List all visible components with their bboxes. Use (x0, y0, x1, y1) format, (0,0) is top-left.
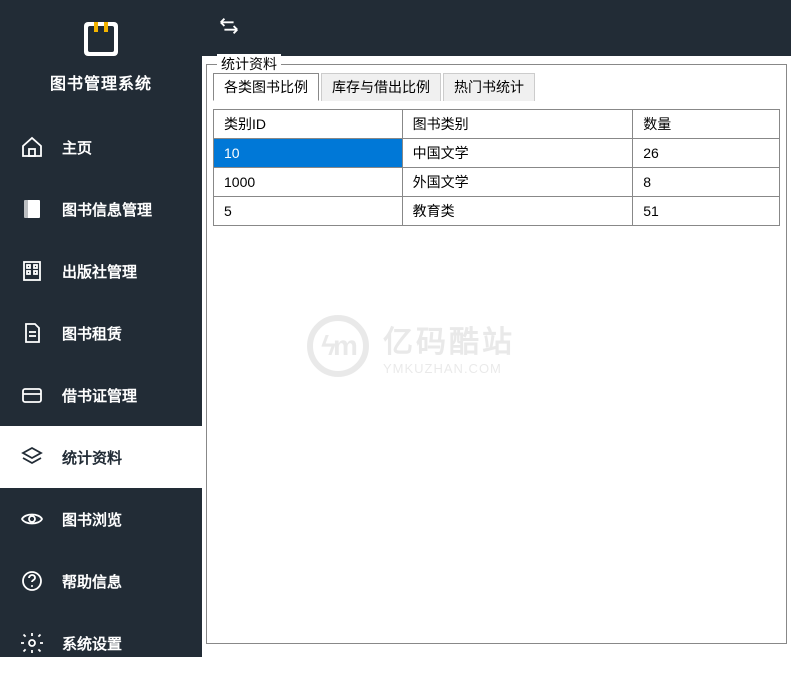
tab-2[interactable]: 热门书统计 (443, 73, 535, 101)
tab-0[interactable]: 各类图书比例 (213, 73, 319, 101)
tabs-bar: 各类图书比例库存与借出比例热门书统计 (207, 65, 786, 101)
layers-icon (20, 445, 44, 469)
sidebar-item-document[interactable]: 图书租赁 (0, 302, 202, 364)
sidebar-item-card[interactable]: 借书证管理 (0, 364, 202, 426)
sidebar-item-label: 系统设置 (62, 633, 122, 654)
table-cell: 5 (214, 197, 403, 226)
table-row[interactable]: 1000外国文学8 (214, 168, 780, 197)
tab-1[interactable]: 库存与借出比例 (321, 73, 441, 101)
book-icon (20, 197, 44, 221)
groupbox-title: 统计资料 (217, 54, 281, 74)
sidebar-nav: 主页图书信息管理出版社管理图书租赁借书证管理统计资料图书浏览帮助信息系统设置 (0, 116, 202, 674)
card-icon (20, 383, 44, 407)
watermark-sub: YMKUZHAN.COM (383, 361, 515, 376)
table-cell: 26 (633, 139, 780, 168)
app-name: 图书管理系统 (50, 70, 152, 94)
sidebar: 图书管理系统 主页图书信息管理出版社管理图书租赁借书证管理统计资料图书浏览帮助信… (0, 0, 202, 657)
help-icon (20, 569, 44, 593)
table-row[interactable]: 5教育类51 (214, 197, 780, 226)
stats-groupbox: 统计资料 各类图书比例库存与借出比例热门书统计 类别ID图书类别数量 10中国文… (206, 64, 787, 644)
table-cell: 外国文学 (402, 168, 633, 197)
sidebar-item-label: 帮助信息 (62, 571, 122, 592)
gear-icon (20, 631, 44, 655)
table-cell: 教育类 (402, 197, 633, 226)
swap-icon[interactable] (218, 15, 240, 42)
sidebar-item-label: 借书证管理 (62, 385, 137, 406)
table-cell: 51 (633, 197, 780, 226)
content-area: 统计资料 各类图书比例库存与借出比例热门书统计 类别ID图书类别数量 10中国文… (202, 56, 791, 657)
sidebar-item-label: 统计资料 (62, 447, 122, 468)
stats-table: 类别ID图书类别数量 10中国文学261000外国文学85教育类51 (213, 109, 780, 226)
table-cell: 10 (214, 139, 403, 168)
sidebar-item-label: 主页 (62, 137, 92, 158)
watermark-main: 亿码酷站 (383, 317, 515, 361)
sidebar-item-eye[interactable]: 图书浏览 (0, 488, 202, 550)
sidebar-item-label: 图书租赁 (62, 323, 122, 344)
table-row[interactable]: 10中国文学26 (214, 139, 780, 168)
watermark-logo-icon: ϟm (307, 315, 369, 377)
main-area: 统计资料 各类图书比例库存与借出比例热门书统计 类别ID图书类别数量 10中国文… (202, 0, 791, 657)
table-cell: 中国文学 (402, 139, 633, 168)
sidebar-item-label: 图书浏览 (62, 509, 122, 530)
table-header-2[interactable]: 数量 (633, 110, 780, 139)
building-icon (20, 259, 44, 283)
sidebar-item-help[interactable]: 帮助信息 (0, 550, 202, 612)
app-logo-icon (80, 18, 122, 60)
home-icon (20, 135, 44, 159)
sidebar-item-label: 出版社管理 (62, 261, 137, 282)
eye-icon (20, 507, 44, 531)
sidebar-item-home[interactable]: 主页 (0, 116, 202, 178)
table-header-1[interactable]: 图书类别 (402, 110, 633, 139)
table-cell: 8 (633, 168, 780, 197)
sidebar-item-layers[interactable]: 统计资料 (0, 426, 202, 488)
document-icon (20, 321, 44, 345)
sidebar-item-gear[interactable]: 系统设置 (0, 612, 202, 674)
logo-area: 图书管理系统 (0, 0, 202, 116)
table-cell: 1000 (214, 168, 403, 197)
watermark: ϟm 亿码酷站 YMKUZHAN.COM (307, 315, 515, 377)
sidebar-item-book[interactable]: 图书信息管理 (0, 178, 202, 240)
topbar (202, 0, 791, 56)
table-header-0[interactable]: 类别ID (214, 110, 403, 139)
sidebar-item-label: 图书信息管理 (62, 199, 152, 220)
sidebar-item-building[interactable]: 出版社管理 (0, 240, 202, 302)
